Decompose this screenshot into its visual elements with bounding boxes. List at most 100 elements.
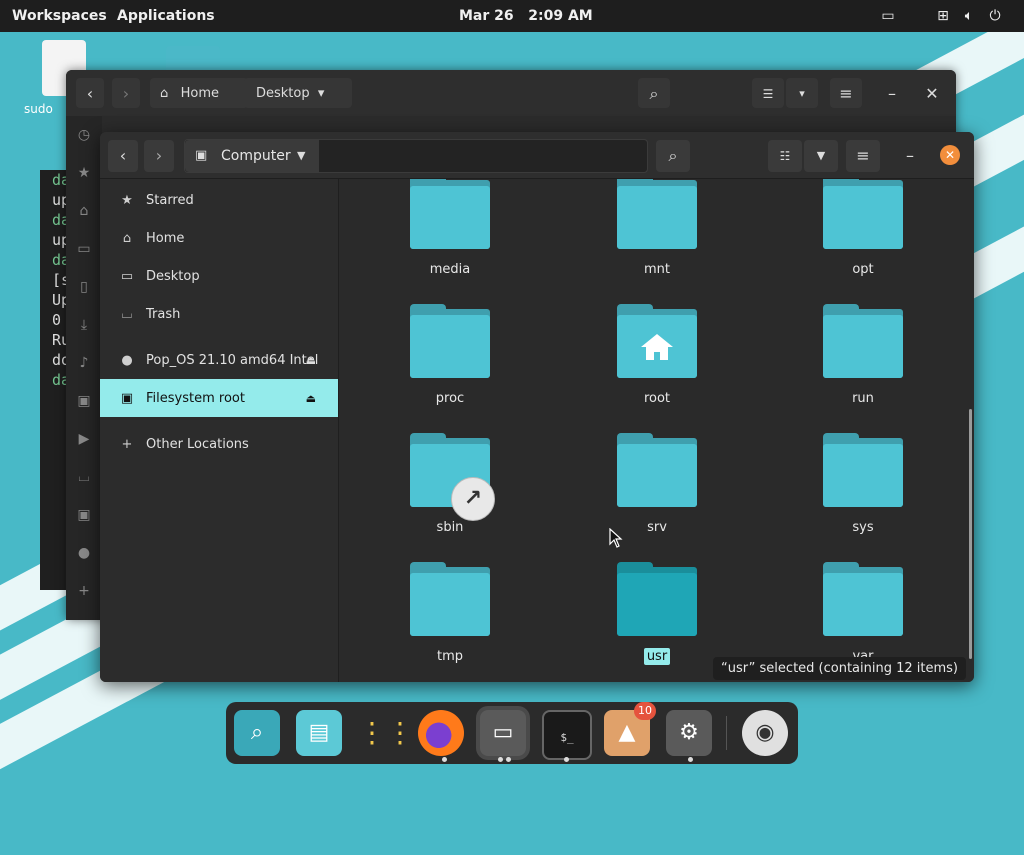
folder-item[interactable]: root	[592, 304, 722, 422]
folder-icon	[410, 562, 490, 636]
folder-name: run	[852, 391, 874, 406]
applications-button[interactable]: Applications	[117, 8, 215, 24]
search-icon[interactable]: ⌕	[656, 140, 690, 172]
search-app-icon[interactable]: ⌕	[234, 710, 280, 756]
minimize-icon[interactable]: –	[878, 78, 906, 108]
view-list-icon[interactable]: ☰	[752, 78, 784, 108]
file-view[interactable]: varusrtmpsyssrv↗sbinrunrootprocoptmntmed…	[339, 179, 974, 682]
desktop-icon[interactable]: ▭	[66, 230, 102, 268]
folder-name: mnt	[644, 262, 670, 277]
back-button[interactable]: ‹	[108, 140, 138, 172]
drive-icon: ▣	[195, 148, 208, 163]
path-desktop[interactable]: Desktop ▾	[244, 78, 352, 108]
folder-item[interactable]: proc	[385, 304, 515, 422]
downloads-icon[interactable]: ⤓	[66, 306, 102, 344]
notification-badge: 10	[634, 702, 656, 720]
folder-item[interactable]: mnt	[592, 179, 722, 293]
folder-item[interactable]: usr	[592, 562, 722, 680]
files-layout-icon[interactable]: ▤	[296, 710, 342, 756]
disc-icon[interactable]: ●	[66, 534, 102, 572]
firefox-icon[interactable]	[418, 710, 464, 756]
sidebar-item-filesystem-root[interactable]: ▣ Filesystem root ⏏	[100, 379, 338, 417]
minimize-icon[interactable]: –	[896, 140, 924, 172]
running-indicator	[688, 757, 693, 762]
sidebar-item-label: Pop_OS 21.10 amd64 Intel	[146, 352, 319, 368]
files-icon[interactable]: ▭	[480, 710, 526, 756]
clock[interactable]: Mar 26 2:09 AM	[459, 8, 593, 24]
display-icon[interactable]: ▭	[878, 6, 898, 26]
folder-label: usr	[592, 648, 722, 665]
folder-item[interactable]: run	[798, 304, 928, 422]
home-icon[interactable]: ⌂	[66, 192, 102, 230]
home-icon: ⌂	[122, 230, 132, 246]
plus-icon: +	[121, 436, 133, 452]
sidebar-item-other-locations[interactable]: + Other Locations	[100, 425, 338, 463]
path-computer[interactable]: ▣ Computer ▼	[185, 140, 319, 172]
folder-name: proc	[435, 391, 465, 406]
path-computer-label: Computer	[221, 148, 291, 164]
folder-icon	[823, 433, 903, 507]
view-options-icon[interactable]: ▾	[786, 78, 818, 108]
trash-icon: ⌴	[121, 306, 133, 322]
sidebar-item-starred[interactable]: ★ Starred	[100, 181, 338, 219]
sidebar-item-pop-os-21-10-amd64-intel[interactable]: ● Pop_OS 21.10 amd64 Intel ⏏	[100, 341, 338, 379]
folder-label: opt	[798, 262, 928, 277]
files-window[interactable]: ‹ › ▣ Computer ▼ ⌕ ☷ ▼ ≡ – ✕ ★ Starred ⌂ Ho…	[100, 132, 974, 682]
menu-icon[interactable]: ≡	[846, 140, 880, 172]
folder-item[interactable]: media	[385, 179, 515, 293]
app-grid-icon[interactable]: ⋮⋮⋮	[358, 710, 442, 756]
starred-icon[interactable]: ★	[66, 154, 102, 192]
folder-item[interactable]: ↗ sbin	[385, 433, 515, 551]
videos-icon[interactable]: ▶	[66, 420, 102, 458]
plus-icon[interactable]: +	[66, 572, 102, 610]
sidebar-item-trash[interactable]: ⌴ Trash	[100, 295, 338, 333]
clock-date: Mar 26	[459, 8, 514, 24]
scrollbar[interactable]	[969, 409, 972, 659]
folder-name: sbin	[436, 520, 464, 535]
folder-item[interactable]: tmp	[385, 562, 515, 680]
folder-icon	[617, 433, 697, 507]
terminal-icon[interactable]: $_	[542, 710, 592, 760]
folder-icon	[823, 304, 903, 378]
eject-icon[interactable]: ⏏	[306, 392, 316, 405]
view-list-icon[interactable]: ☷	[768, 140, 802, 172]
folder-name: opt	[852, 262, 874, 277]
network-icon[interactable]: ⊞	[933, 6, 953, 26]
documents-icon[interactable]: ▯	[66, 268, 102, 306]
pictures-icon[interactable]: ▣	[66, 382, 102, 420]
top-panel: Workspaces Applications Mar 26 2:09 AM ▭…	[0, 0, 1024, 32]
close-icon[interactable]: ✕	[940, 145, 960, 165]
close-icon[interactable]: ✕	[918, 78, 946, 108]
pop-shop-icon[interactable]: ▲ 10	[604, 702, 656, 756]
path-home[interactable]: ⌂ Home	[150, 78, 248, 108]
search-icon[interactable]: ⌕	[638, 78, 670, 108]
dock-separator	[726, 716, 727, 750]
drive-icon: ▣	[120, 390, 134, 406]
workspaces-button[interactable]: Workspaces	[12, 8, 107, 24]
menu-icon[interactable]: ≡	[830, 78, 862, 108]
music-icon[interactable]: ♪	[66, 344, 102, 382]
eject-icon[interactable]: ⏏	[306, 354, 316, 367]
sidebar-item-home[interactable]: ⌂ Home	[100, 219, 338, 257]
running-indicator	[564, 757, 569, 762]
view-options-icon[interactable]: ▼	[804, 140, 838, 172]
location-bar[interactable]: ▣ Computer ▼	[184, 139, 648, 173]
folder-label: sbin	[385, 520, 515, 535]
forward-button[interactable]: ›	[112, 78, 140, 108]
disc-drive-icon[interactable]: ◉	[742, 710, 788, 756]
folder-name: sys	[852, 520, 874, 535]
back-window-header: ‹ › ⌂ Home Desktop ▾ ⌕ ☰ ▾ ≡ – ✕	[66, 70, 956, 116]
drive-icon[interactable]: ▣	[66, 496, 102, 534]
dock: ⌕ ▤ ⋮⋮⋮ ▭ $_ ▲ 10 ⚙ ◉	[226, 702, 798, 764]
folder-item[interactable]: opt	[798, 179, 928, 293]
back-button[interactable]: ‹	[76, 78, 104, 108]
power-icon[interactable]: ⏻	[985, 6, 1005, 26]
sidebar-item-desktop[interactable]: ▭ Desktop	[100, 257, 338, 295]
forward-button[interactable]: ›	[144, 140, 174, 172]
folder-item[interactable]: sys	[798, 433, 928, 551]
recent-icon[interactable]: ◷	[66, 116, 102, 154]
settings-icon[interactable]: ⚙	[666, 710, 712, 756]
trash-icon[interactable]: ⌴	[66, 458, 102, 496]
volume-icon[interactable]: 🔈︎	[959, 6, 979, 26]
folder-icon	[617, 562, 697, 636]
